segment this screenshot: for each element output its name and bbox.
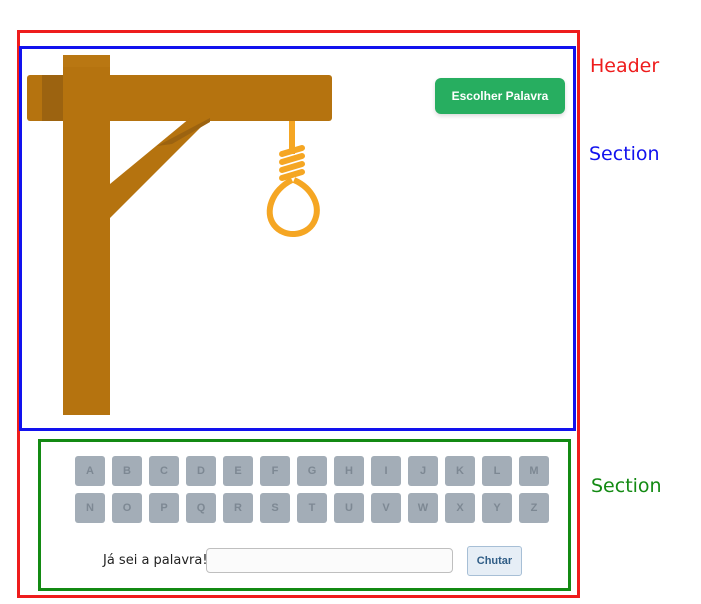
gallows-brace xyxy=(110,118,210,218)
letter-key-m[interactable]: M xyxy=(519,456,549,486)
keyboard-row-2: N O P Q R S T U V W X Y Z xyxy=(75,493,549,523)
letter-key-i[interactable]: I xyxy=(371,456,401,486)
header-annotation-label: Header xyxy=(590,55,660,77)
letter-key-u[interactable]: U xyxy=(334,493,364,523)
letter-key-w[interactable]: W xyxy=(408,493,438,523)
letter-key-l[interactable]: L xyxy=(482,456,512,486)
letter-key-o[interactable]: O xyxy=(112,493,142,523)
letter-key-f[interactable]: F xyxy=(260,456,290,486)
section-annotation-label: Section xyxy=(589,143,660,165)
letter-key-d[interactable]: D xyxy=(186,456,216,486)
guess-word-input[interactable] xyxy=(206,548,453,573)
letter-key-h[interactable]: H xyxy=(334,456,364,486)
section-annotation-label-2: Section xyxy=(591,475,662,497)
letter-key-n[interactable]: N xyxy=(75,493,105,523)
letter-key-z[interactable]: Z xyxy=(519,493,549,523)
letter-key-c[interactable]: C xyxy=(149,456,179,486)
letter-key-e[interactable]: E xyxy=(223,456,253,486)
letter-key-j[interactable]: J xyxy=(408,456,438,486)
choose-word-button[interactable]: Escolher Palavra xyxy=(435,78,565,114)
letter-key-b[interactable]: B xyxy=(112,456,142,486)
rope-knot xyxy=(279,145,305,181)
gallows-beam-shade xyxy=(42,75,64,121)
keyboard-row-1: A B C D E F G H I J K L M xyxy=(75,456,549,486)
gallows-post-top xyxy=(63,55,110,67)
letter-key-a[interactable]: A xyxy=(75,456,105,486)
noose-loop xyxy=(266,177,320,237)
letter-keyboard: A B C D E F G H I J K L M N O P Q R S T … xyxy=(75,456,549,530)
gallows-post xyxy=(63,55,110,415)
letter-key-t[interactable]: T xyxy=(297,493,327,523)
letter-key-k[interactable]: K xyxy=(445,456,475,486)
guess-word-label: Já sei a palavra! xyxy=(103,553,208,568)
gallows-illustration xyxy=(27,55,332,415)
letter-key-v[interactable]: V xyxy=(371,493,401,523)
letter-key-q[interactable]: Q xyxy=(186,493,216,523)
letter-key-p[interactable]: P xyxy=(149,493,179,523)
letter-key-y[interactable]: Y xyxy=(482,493,512,523)
guess-button[interactable]: Chutar xyxy=(467,546,522,576)
letter-key-x[interactable]: X xyxy=(445,493,475,523)
letter-key-g[interactable]: G xyxy=(297,456,327,486)
letter-key-r[interactable]: R xyxy=(223,493,253,523)
letter-key-s[interactable]: S xyxy=(260,493,290,523)
